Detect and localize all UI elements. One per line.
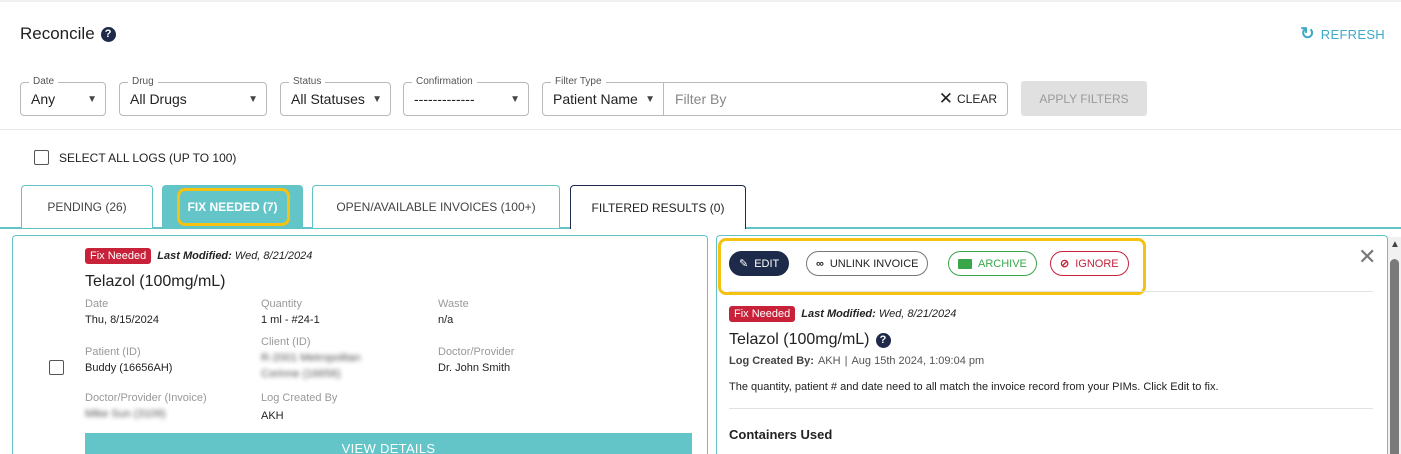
last-modified-label: Last Modified:: [801, 308, 876, 320]
containers-heading: Containers Used: [729, 427, 833, 442]
confirmation-select[interactable]: Confirmation ------------- ▼: [403, 76, 529, 116]
refresh-button[interactable]: ↻ REFRESH: [1300, 24, 1385, 44]
date-select-value: Any: [31, 91, 56, 107]
clear-button[interactable]: ✕ CLEAR: [939, 89, 997, 109]
chevron-down-icon: ▼: [87, 93, 97, 105]
help-icon[interactable]: ?: [875, 332, 891, 348]
doctor-invoice-value: Mike Sun (3109): [85, 408, 166, 420]
select-all-logs[interactable]: SELECT ALL LOGS (UP TO 100): [34, 150, 236, 165]
detail-drug-name: Telazol (100mg/mL): [729, 331, 870, 348]
page-title: Reconcile ?: [20, 24, 116, 44]
log-created-line: Log Created By: AKH | Aug 15th 2024, 1:0…: [729, 355, 984, 367]
tab-pending[interactable]: PENDING (26): [21, 185, 153, 228]
log-card: [12, 235, 708, 454]
divider: [729, 291, 1373, 292]
fix-message: The quantity, patient # and date need to…: [729, 381, 1219, 393]
help-icon[interactable]: ?: [100, 26, 116, 42]
confirmation-select-label: Confirmation: [412, 76, 477, 87]
status-select-label: Status: [289, 76, 326, 87]
client-value-line2: Corinne (16656): [261, 368, 341, 380]
log-card-status: Fix Needed Last Modified: Wed, 8/21/2024: [85, 248, 312, 264]
date-label: Date: [85, 298, 109, 310]
chevron-down-icon: ▼: [645, 93, 655, 105]
drug-select-value: All Drugs: [130, 91, 187, 107]
highlight-action-buttons: [718, 238, 1146, 295]
last-modified-label: Last Modified:: [157, 250, 232, 262]
drug-name: Telazol (100mg/mL): [85, 273, 226, 290]
quantity-label: Quantity: [261, 298, 302, 310]
log-created-value: AKH: [261, 410, 284, 422]
tab-open-invoices[interactable]: OPEN/AVAILABLE INVOICES (100+): [312, 185, 560, 228]
date-value: Thu, 8/15/2024: [85, 314, 160, 326]
status-badge: Fix Needed: [85, 248, 152, 264]
refresh-label: REFRESH: [1320, 26, 1385, 42]
separator: |: [844, 355, 848, 367]
chevron-down-icon: ▼: [248, 93, 258, 105]
close-icon: ✕: [938, 89, 953, 108]
refresh-icon: ↻: [1300, 24, 1315, 43]
page-title-text: Reconcile: [20, 24, 95, 43]
view-details-button[interactable]: VIEW DETAILS: [85, 433, 692, 454]
chevron-down-icon: ▼: [372, 93, 382, 105]
waste-value: n/a: [438, 314, 454, 326]
top-divider: [0, 0, 1401, 2]
filter-type-value: Patient Name: [553, 91, 638, 107]
doctor-invoice-label: Doctor/Provider (Invoice): [85, 392, 207, 404]
status-select-value: All Statuses: [291, 91, 365, 107]
waste-label: Waste: [438, 298, 469, 310]
apply-filters-button[interactable]: APPLY FILTERS: [1021, 81, 1147, 116]
scrollbar[interactable]: ▲: [1388, 237, 1401, 454]
client-label: Client (ID): [261, 336, 311, 348]
scrollbar-thumb[interactable]: [1390, 259, 1399, 454]
detail-status: Fix Needed Last Modified: Wed, 8/21/2024: [729, 306, 956, 322]
confirmation-select-value: -------------: [414, 91, 475, 107]
chevron-down-icon: ▼: [510, 93, 520, 105]
doctor-label: Doctor/Provider: [438, 346, 515, 358]
client-value-line1: R-2001 Metropolitan: [261, 352, 361, 364]
status-select[interactable]: Status All Statuses ▼: [280, 76, 391, 116]
filter-by-input[interactable]: Filter By ✕ CLEAR: [663, 82, 1008, 116]
tab-filtered-results[interactable]: FILTERED RESULTS (0): [570, 185, 746, 229]
quantity-value: 1 ml - #24-1: [261, 314, 320, 326]
filter-type-label: Filter Type: [551, 76, 606, 87]
patient-label: Patient (ID): [85, 346, 141, 358]
highlight-fix-needed-tab: [177, 188, 290, 226]
filter-by-placeholder: Filter By: [675, 91, 727, 107]
patient-value: Buddy (16656AH): [85, 362, 173, 374]
drug-select-label: Drug: [128, 76, 158, 87]
log-created-time: Aug 15th 2024, 1:09:04 pm: [851, 355, 985, 367]
status-badge: Fix Needed: [729, 306, 796, 322]
log-created-label: Log Created By:: [729, 355, 814, 367]
log-created-label: Log Created By: [261, 392, 338, 404]
filter-type-select[interactable]: Filter Type Patient Name ▼: [542, 76, 664, 116]
last-modified-value: Wed, 8/21/2024: [234, 250, 313, 262]
doctor-value: Dr. John Smith: [438, 362, 511, 374]
drug-select[interactable]: Drug All Drugs ▼: [119, 76, 267, 116]
last-modified: Last Modified: Wed, 8/21/2024: [157, 250, 312, 262]
close-icon[interactable]: ✕: [1358, 244, 1376, 270]
date-select[interactable]: Date Any ▼: [20, 76, 106, 116]
detail-drug: Telazol (100mg/mL) ?: [729, 331, 891, 349]
log-select-checkbox[interactable]: [49, 360, 64, 375]
last-modified-value: Wed, 8/21/2024: [878, 308, 957, 320]
last-modified: Last Modified: Wed, 8/21/2024: [801, 308, 956, 320]
divider: [729, 408, 1373, 409]
log-created-value: AKH: [817, 355, 841, 367]
select-all-label: SELECT ALL LOGS (UP TO 100): [59, 150, 237, 165]
clear-label: CLEAR: [956, 92, 997, 106]
divider: [0, 129, 1401, 130]
select-all-checkbox[interactable]: [34, 150, 49, 165]
date-select-label: Date: [29, 76, 59, 87]
scroll-up-icon[interactable]: ▲: [1390, 239, 1400, 250]
